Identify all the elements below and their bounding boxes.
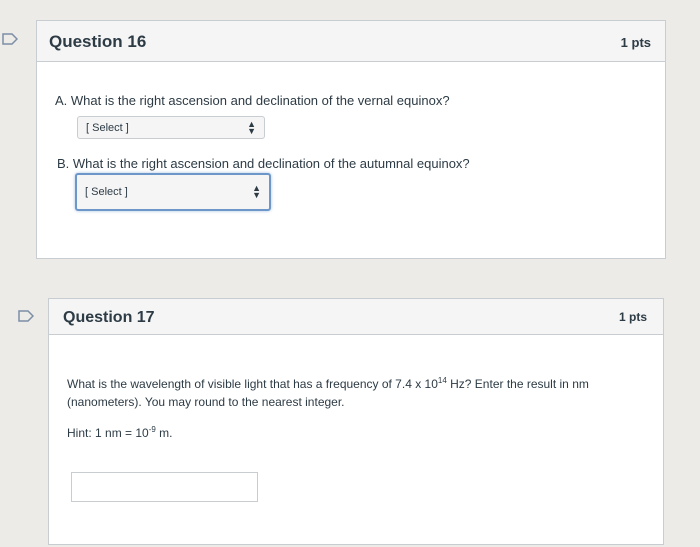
hint-end: m. <box>155 426 173 440</box>
question-text-end: Hz? Enter the result in nm <box>446 377 589 391</box>
question-points: 1 pts <box>618 310 647 324</box>
question-text: What is the wavelength of visible light … <box>67 376 589 391</box>
hint-exponent: -9 <box>148 425 156 434</box>
question-16-card: Question 16 1 pts A. What is the right a… <box>36 20 666 259</box>
question-points: 1 pts <box>620 35 651 50</box>
select-arrows-icon: ▲ ▼ <box>247 118 256 136</box>
question-text-line-2: (nanometers). You may round to the neare… <box>67 395 345 409</box>
hint-start: Hint: 1 nm = 10 <box>67 426 149 440</box>
question-17-card: Question 17 1 pts What is the wavelength… <box>48 298 664 545</box>
question-part-a-text: A. What is the right ascension and decli… <box>55 93 450 108</box>
hint-text: Hint: 1 nm = 10-9 m. <box>67 425 173 440</box>
question-title: Question 17 <box>63 309 155 326</box>
bookmark-flag-icon[interactable] <box>18 310 34 322</box>
select-label: [ Select ] <box>86 121 129 134</box>
question-text-start: What is the wavelength of visible light … <box>67 377 438 391</box>
question-part-b-text: B. What is the right ascension and decli… <box>57 156 470 171</box>
question-title: Question 16 <box>49 32 147 51</box>
answer-input[interactable] <box>71 472 258 502</box>
frequency-exponent: 14 <box>437 376 447 385</box>
bookmark-flag-icon[interactable] <box>2 33 18 45</box>
select-label: [ Select ] <box>85 186 128 198</box>
part-b-select[interactable]: [ Select ] ▲ ▼ <box>75 173 271 211</box>
question-17-header: Question 17 1 pts <box>49 299 663 335</box>
select-arrows-icon: ▲ ▼ <box>252 183 261 200</box>
question-16-header: Question 16 1 pts <box>37 21 665 62</box>
part-a-select[interactable]: [ Select ] ▲ ▼ <box>77 116 265 139</box>
